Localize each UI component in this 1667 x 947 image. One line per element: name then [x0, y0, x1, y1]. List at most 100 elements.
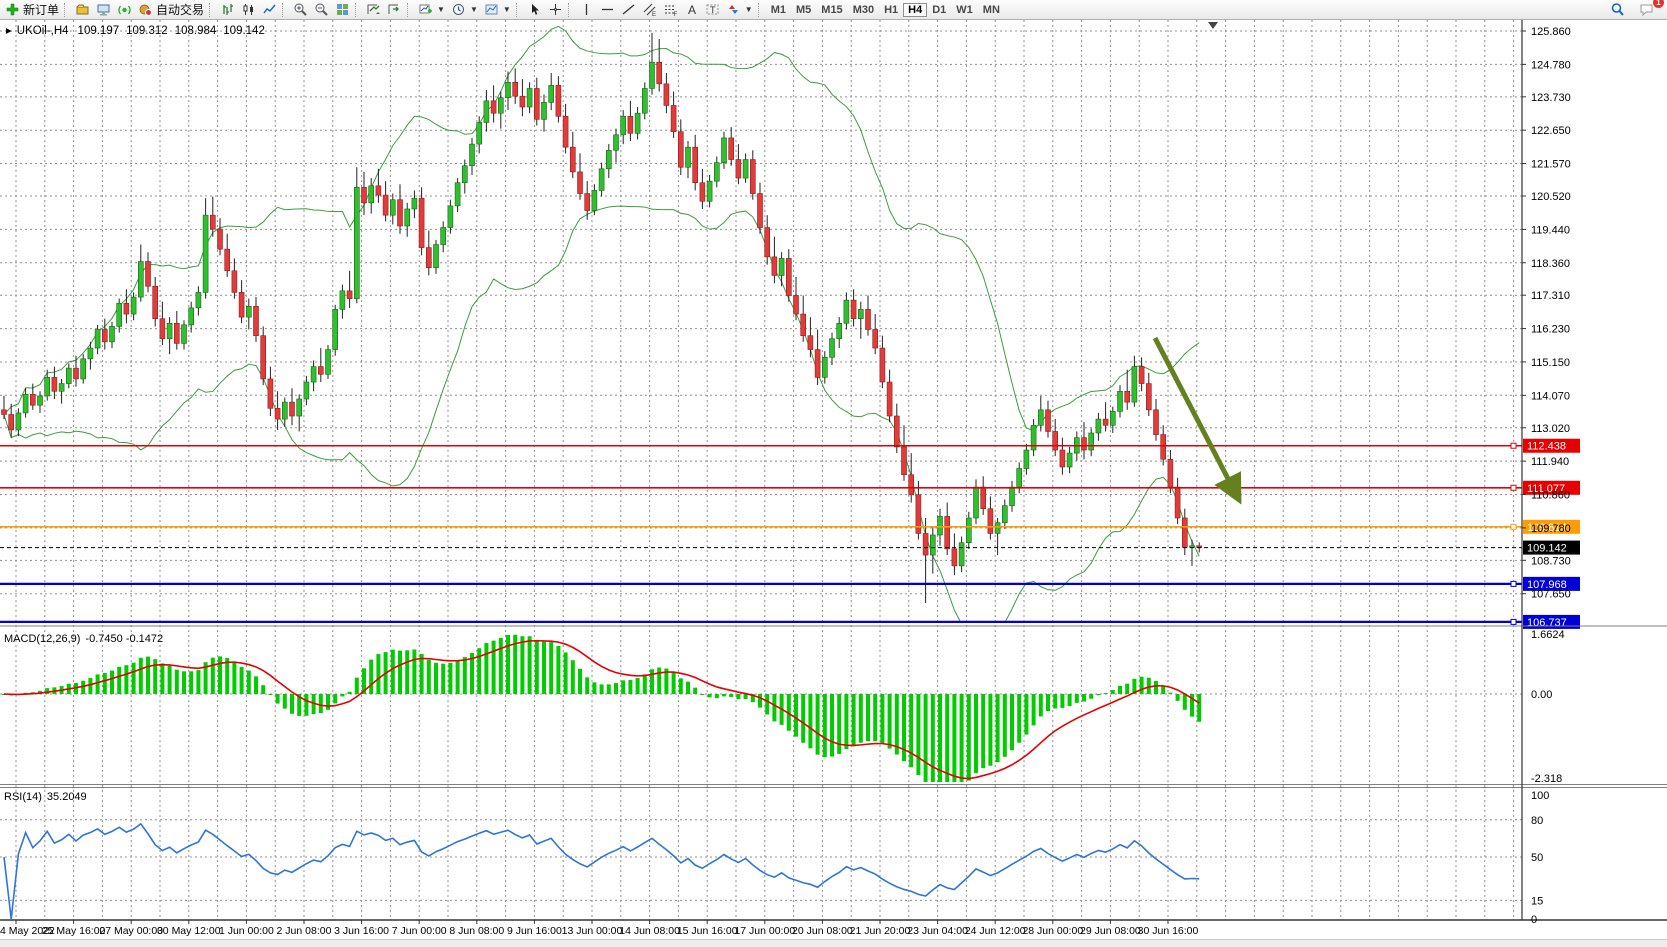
line-end-marker[interactable] — [1511, 619, 1516, 624]
timeframe-m15[interactable]: M15 — [816, 3, 847, 17]
candle-bullish — [974, 487, 979, 518]
price-tick-label: 108.730 — [1531, 555, 1571, 567]
candle-bullish — [995, 523, 1000, 534]
candle-bullish — [484, 101, 489, 123]
macd-axis-label: -2.318 — [1531, 773, 1562, 785]
macd-histogram-bar — [254, 676, 258, 694]
chart-profiles-button[interactable] — [72, 1, 93, 18]
line-end-marker[interactable] — [1511, 443, 1516, 448]
chart-shift-marker[interactable] — [1208, 22, 1218, 29]
macd-histogram-bar — [967, 694, 971, 781]
zoom-out-button[interactable] — [311, 1, 332, 18]
auto-trading-button[interactable]: 自动交易 — [135, 1, 207, 18]
candle-bullish — [304, 382, 309, 399]
price-tick-label: 121.570 — [1531, 159, 1571, 171]
price-line-label-text: 112.438 — [1527, 441, 1566, 453]
template-icon — [484, 2, 499, 17]
line-end-marker[interactable] — [1511, 485, 1516, 490]
macd-histogram-bar — [844, 694, 848, 749]
candle-bullish — [959, 543, 964, 566]
svg-text:A: A — [688, 3, 696, 17]
arrows-button[interactable]: ▼ — [723, 1, 756, 18]
auto-scroll-button[interactable] — [363, 1, 384, 18]
candle-bullish — [830, 339, 835, 358]
candle-bearish — [988, 509, 993, 534]
toolbar-separator — [209, 3, 214, 17]
auto-trading-button-label: 自动交易 — [156, 1, 204, 18]
candle-bullish — [542, 102, 547, 119]
timeframe-m5[interactable]: M5 — [791, 3, 816, 17]
search-button[interactable] — [1607, 1, 1628, 18]
candle-bearish — [628, 116, 633, 133]
macd-histogram-bar — [492, 641, 496, 694]
macd-histogram-bar — [607, 684, 611, 694]
toolbar: 新订单自动交易▼▼▼EFAT▼M1M5M15M30H1H4D1W1MN1 — [0, 0, 1667, 20]
text-button[interactable]: A — [681, 1, 702, 18]
line-chart-button[interactable] — [259, 1, 280, 18]
candle-chart-button[interactable] — [238, 1, 259, 18]
cursor-button[interactable] — [524, 1, 545, 18]
chart-shift-button[interactable] — [384, 1, 405, 18]
signals-button[interactable] — [114, 1, 135, 18]
new-chart-button[interactable]: ▼ — [415, 1, 448, 18]
vertical-line-button[interactable] — [576, 1, 597, 18]
candle-bullish — [477, 122, 482, 144]
new-order-button[interactable]: 新订单 — [2, 1, 62, 18]
bar-chart-button[interactable] — [217, 1, 238, 18]
timeframe-h4[interactable]: H4 — [903, 3, 927, 17]
price-axis[interactable]: 125.860124.780123.730122.650121.570120.5… — [1522, 26, 1571, 926]
macd-indicator-label: MACD(12,26,9)-0.7450 -0.1472 — [4, 633, 163, 645]
time-axis[interactable]: 4 May 202225 May 16:0027 May 00:0030 May… — [0, 920, 1199, 937]
candle-bearish — [916, 495, 921, 534]
timeframe-m30[interactable]: M30 — [848, 3, 879, 17]
macd-histogram-bar — [736, 694, 740, 699]
line-end-marker[interactable] — [1511, 581, 1516, 586]
timeframe-d1[interactable]: D1 — [927, 3, 951, 17]
line-icon — [262, 2, 277, 17]
timeframe-h1[interactable]: H1 — [879, 3, 903, 17]
macd-histogram-bar — [916, 694, 920, 775]
horizontal-line-button[interactable] — [597, 1, 618, 18]
equidistant-channel-button[interactable]: E — [639, 1, 660, 18]
trendline-button[interactable] — [618, 1, 639, 18]
macd-histogram-bar — [945, 694, 949, 782]
candle-bullish — [203, 215, 208, 292]
chart-area[interactable]: 112.438111.077109.814107.968106.737109.1… — [0, 0, 1667, 947]
macd-histogram-bar — [571, 660, 575, 694]
macd-histogram-bar — [1140, 677, 1144, 694]
price-line-label-text: 109.142 — [1527, 543, 1567, 555]
candle-bullish — [930, 535, 935, 555]
crosshair-button[interactable] — [545, 1, 566, 18]
macd-histogram-bar — [448, 663, 452, 694]
candle-bearish — [153, 286, 158, 318]
macd-histogram-bar — [139, 658, 143, 694]
templates-button[interactable]: ▼ — [481, 1, 514, 18]
macd-pane — [2, 635, 1201, 782]
macd-histogram-bar — [441, 664, 445, 694]
text-label-button[interactable]: T — [702, 1, 723, 18]
timeframe-m1[interactable]: M1 — [766, 3, 791, 17]
timeframe-mn[interactable]: MN — [978, 3, 1005, 17]
candle-bullish — [448, 206, 453, 228]
timeframe-w1[interactable]: W1 — [951, 3, 978, 17]
hor-line-objects[interactable]: 112.438111.077109.814107.968106.737109.1… — [0, 439, 1580, 629]
macd-histogram-bar — [1154, 681, 1158, 694]
periods-button[interactable]: ▼ — [448, 1, 481, 18]
candle-bearish — [426, 248, 431, 268]
macd-histogram-bar — [340, 694, 344, 696]
candle-bearish — [894, 416, 899, 447]
line-end-marker[interactable] — [1511, 524, 1516, 529]
candle-bearish — [210, 215, 215, 229]
notifications-button[interactable]: 1 — [1636, 1, 1657, 18]
market-watch-button[interactable] — [93, 1, 114, 18]
fibonacci-button[interactable]: F — [660, 1, 681, 18]
candle-bearish — [887, 382, 892, 416]
candle-bearish — [74, 368, 79, 379]
time-tick-label: 20 Jun 08:00 — [792, 925, 853, 937]
candle-bearish — [513, 82, 518, 96]
tile-windows-button[interactable] — [332, 1, 353, 18]
candle-bearish — [102, 329, 107, 341]
candle-bearish — [218, 229, 223, 249]
zoom-in-button[interactable] — [290, 1, 311, 18]
macd-histogram-bar — [261, 685, 265, 694]
